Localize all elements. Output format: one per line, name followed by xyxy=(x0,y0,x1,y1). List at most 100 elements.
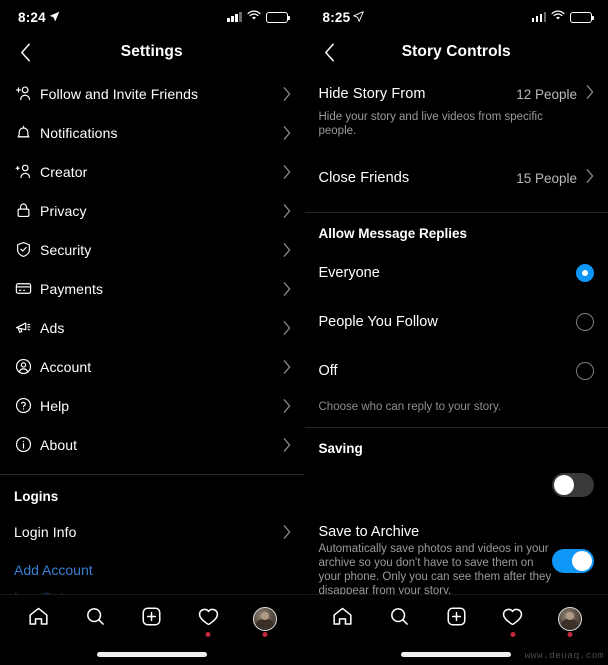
chevron-right-icon xyxy=(283,320,291,335)
cellular-signal-icon xyxy=(227,12,242,22)
radio-off[interactable] xyxy=(576,361,594,380)
chevron-right-icon xyxy=(283,242,291,257)
sidebar-item-security[interactable]: Security xyxy=(0,230,304,269)
profile-avatar xyxy=(557,607,582,631)
sidebar-item-label: Notifications xyxy=(40,124,118,141)
add-account-label: Add Account xyxy=(14,562,93,578)
bell-icon xyxy=(14,123,40,142)
tab-add-post[interactable] xyxy=(132,599,172,639)
status-bar-right: 8:25 xyxy=(305,0,608,34)
sidebar-item-label: Follow and Invite Friends xyxy=(40,85,199,102)
profile-badge-dot xyxy=(567,632,573,637)
chevron-right-icon xyxy=(283,125,291,140)
battery-low-icon xyxy=(265,11,290,23)
chevron-right-icon xyxy=(586,84,594,104)
sidebar-item-label: Help xyxy=(40,397,70,414)
activity-badge-dot xyxy=(205,632,211,637)
settings-screen: 8:24 Settings Follow and Invite Friends … xyxy=(0,0,305,665)
tab-home[interactable] xyxy=(323,599,363,639)
option-everyone[interactable]: Everyone xyxy=(305,248,608,297)
sidebar-item-privacy[interactable]: Privacy xyxy=(0,191,304,230)
status-bar-left: 8:24 xyxy=(0,0,304,34)
sidebar-item-ads[interactable]: Ads xyxy=(0,308,304,347)
bottom-tab-bar-right: www.deuaq.com xyxy=(304,594,608,665)
creator-person-icon xyxy=(14,162,40,181)
chevron-right-icon xyxy=(283,281,291,296)
sidebar-item-account[interactable]: Account xyxy=(0,347,304,386)
spacer-before-replies xyxy=(305,194,608,212)
sidebar-item-follow-and-invite-friends[interactable]: Follow and Invite Friends xyxy=(0,74,304,113)
sidebar-item-payments[interactable]: Payments xyxy=(0,269,304,308)
tab-profile[interactable] xyxy=(245,599,285,639)
spacer-before-archive xyxy=(305,507,608,524)
add-square-icon xyxy=(140,605,163,633)
profile-badge-dot xyxy=(262,632,268,637)
sidebar-item-label: About xyxy=(40,436,78,453)
sidebar-item-notifications[interactable]: Notifications xyxy=(0,113,304,152)
activity-badge-dot xyxy=(510,632,516,637)
sidebar-item-label: Creator xyxy=(40,163,88,180)
add-account-button[interactable]: Add Account xyxy=(0,551,304,589)
save-to-archive-description: Automatically save photos and videos in … xyxy=(318,543,552,597)
watermark: www.deuaq.com xyxy=(524,650,604,661)
search-icon xyxy=(84,605,107,633)
question-circle-icon xyxy=(14,396,40,415)
tab-profile[interactable] xyxy=(550,599,590,639)
hide-story-from-row[interactable]: Hide Story From 12 People Hide your stor… xyxy=(305,78,608,140)
nav-bar-left: Settings xyxy=(0,34,304,70)
wifi-icon xyxy=(246,8,261,26)
story-controls-screen: 8:25 Story Controls Hide Story From 12 P… xyxy=(304,0,608,665)
account-circle-icon xyxy=(14,357,40,376)
save-to-archive-row: Save to Archive Automatically save photo… xyxy=(305,524,608,598)
radio-everyone[interactable] xyxy=(576,263,594,282)
location-arrow-icon xyxy=(49,10,60,25)
sidebar-item-label: Payments xyxy=(40,280,104,297)
sidebar-item-login-info[interactable]: Login Info xyxy=(0,512,304,551)
spacer-between-rows xyxy=(305,140,608,162)
tab-activity[interactable] xyxy=(493,599,533,639)
page-title: Story Controls xyxy=(401,43,511,60)
sidebar-item-label: Account xyxy=(40,358,92,375)
sidebar-item-creator[interactable]: Creator xyxy=(0,152,304,191)
sidebar-item-label: Ads xyxy=(40,319,65,336)
option-off[interactable]: Off xyxy=(305,346,608,395)
tab-activity[interactable] xyxy=(188,599,228,639)
save-to-camera-roll-toggle[interactable] xyxy=(552,473,594,497)
add-person-icon xyxy=(14,84,40,103)
save-to-archive-toggle[interactable] xyxy=(552,549,594,573)
home-indicator[interactable] xyxy=(96,652,207,657)
hide-story-from-main: Hide Story From 12 People xyxy=(319,78,595,110)
tab-list-left xyxy=(0,595,304,643)
lock-icon xyxy=(14,201,40,220)
back-button[interactable] xyxy=(14,41,36,63)
tab-home[interactable] xyxy=(18,599,58,639)
tab-add-post[interactable] xyxy=(436,599,476,639)
home-icon xyxy=(331,605,354,633)
home-indicator[interactable] xyxy=(401,652,512,657)
logins-section-header: Logins xyxy=(14,489,59,504)
sidebar-item-about[interactable]: About xyxy=(0,425,304,464)
info-circle-icon xyxy=(14,435,40,454)
dual-screenshot-container: 8:24 Settings Follow and Invite Friends … xyxy=(0,0,608,665)
sidebar-item-label: Privacy xyxy=(40,202,87,219)
option-people-you-follow[interactable]: People You Follow xyxy=(305,297,608,346)
save-to-camera-roll-label: Save to Camera Roll xyxy=(318,476,467,493)
nav-bar-right: Story Controls xyxy=(305,34,608,70)
tab-search[interactable] xyxy=(75,599,115,639)
sidebar-item-label: Security xyxy=(40,241,92,258)
tab-search[interactable] xyxy=(380,599,420,639)
close-friends-main: Close Friends 15 People xyxy=(319,162,595,194)
bottom-tab-bar-left xyxy=(0,594,304,665)
sidebar-item-help[interactable]: Help xyxy=(0,386,304,425)
heart-icon xyxy=(501,605,524,633)
save-to-archive-text-block: Save to Archive Automatically save photo… xyxy=(319,524,553,598)
chevron-right-icon xyxy=(283,359,291,374)
status-time-group: 8:25 xyxy=(323,10,365,25)
chevron-right-icon xyxy=(283,203,291,218)
radio-people-you-follow[interactable] xyxy=(576,312,594,331)
hide-story-from-value: 12 People xyxy=(516,86,577,102)
close-friends-title: Close Friends xyxy=(318,170,410,186)
back-button[interactable] xyxy=(319,41,341,63)
sidebar-item-label: Login Info xyxy=(14,523,77,540)
close-friends-row[interactable]: Close Friends 15 People xyxy=(305,162,608,194)
